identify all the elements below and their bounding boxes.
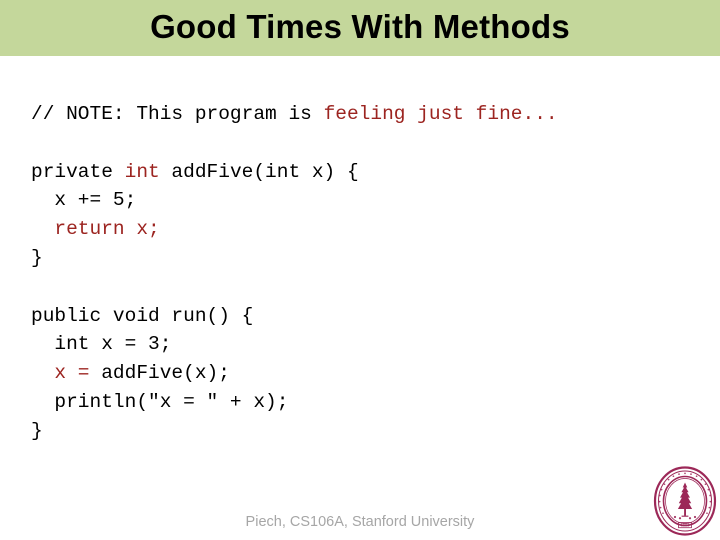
code-token-plain: addFive(int x) { bbox=[159, 160, 359, 183]
line-close-run: } bbox=[31, 417, 701, 446]
code-listing: // NOTE: This program is feeling just fi… bbox=[31, 100, 701, 446]
code-token-keyword: return x; bbox=[54, 218, 160, 241]
code-token-keyword: feeling just fine... bbox=[323, 103, 558, 125]
page-title: Good Times With Methods bbox=[150, 8, 570, 45]
line-comment: // NOTE: This program is feeling just fi… bbox=[31, 100, 701, 129]
line-int-x-3: int x = 3; bbox=[31, 330, 701, 359]
code-token-plain: addFive(x); bbox=[101, 362, 230, 385]
line-run-signature: public void run() { bbox=[31, 302, 701, 331]
stanford-seal-logo: 1891 bbox=[653, 466, 717, 536]
code-token-plain: } bbox=[31, 419, 43, 442]
line-return-x: return x; bbox=[31, 215, 701, 244]
code-token-plain: println("x = " + x); bbox=[31, 390, 289, 413]
line-close-addfive: } bbox=[31, 244, 701, 273]
line-println: println("x = " + x); bbox=[31, 388, 701, 417]
line-blank-2 bbox=[31, 273, 701, 302]
code-token-plain: private bbox=[31, 160, 125, 183]
seal-year-text: 1891 bbox=[681, 523, 690, 528]
line-addfive-signature: private int addFive(int x) { bbox=[31, 158, 701, 187]
line-call-addfive: x = addFive(x); bbox=[31, 359, 701, 388]
code-token-plain: } bbox=[31, 246, 43, 269]
line-blank-1 bbox=[31, 129, 701, 158]
code-token-keyword: x = bbox=[54, 362, 102, 385]
line-x-plus-equals: x += 5; bbox=[31, 186, 701, 215]
title-banner: Good Times With Methods bbox=[0, 0, 720, 56]
code-token-plain: int x = 3; bbox=[31, 333, 172, 356]
code-token-plain: public void run() { bbox=[31, 304, 254, 327]
code-token-plain: // NOTE: This program is bbox=[31, 103, 324, 125]
code-token-keyword: int bbox=[124, 160, 160, 183]
code-token-plain: x += 5; bbox=[31, 189, 137, 212]
footer-credit: Piech, CS106A, Stanford University bbox=[245, 514, 475, 530]
